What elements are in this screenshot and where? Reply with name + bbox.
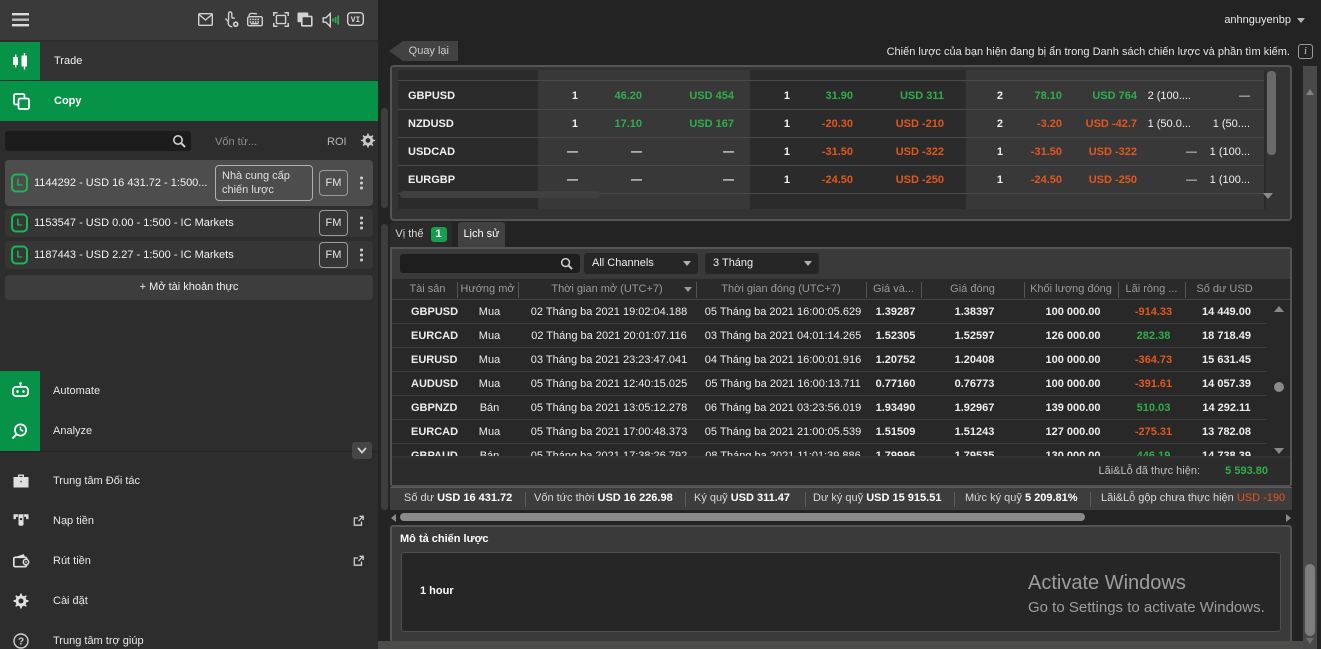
svg-text:?: ? (18, 637, 24, 648)
svg-text:VI: VI (351, 16, 361, 25)
